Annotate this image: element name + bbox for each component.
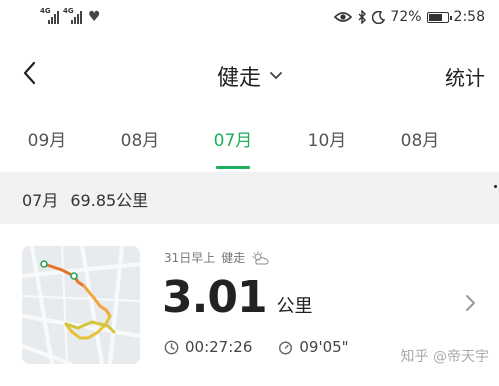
clock-time: 2:58	[453, 9, 485, 25]
summary-distance: 69.85公里	[70, 191, 149, 210]
tab-month-active[interactable]: 07月	[198, 126, 268, 151]
clock-icon	[164, 340, 179, 354]
status-bar: 4G 4G ♥ 72% 2:58	[0, 0, 499, 38]
workout-date: 31日早上	[164, 251, 216, 265]
chevron-down-icon	[270, 72, 282, 79]
workout-card[interactable]: 31日早上 健走 3.01 公里 00:27:26 09'05" 知乎 @帝天宇	[0, 224, 499, 386]
heart-rate-icon: ♥	[88, 9, 101, 25]
network-type-label: 4G	[40, 7, 51, 15]
tab-month[interactable]: 08月	[105, 126, 175, 151]
battery-percent: 72%	[390, 9, 422, 25]
workout-pace: 09'05"	[299, 338, 349, 356]
app-header: 健走 统计	[0, 52, 499, 96]
status-left: 4G 4G ♥	[40, 7, 101, 25]
stats-button[interactable]: 统计	[445, 62, 485, 91]
tab-month[interactable]: 09月	[12, 126, 82, 151]
battery-icon	[426, 11, 452, 23]
signal-icon: 4G	[40, 7, 59, 24]
eye-icon	[334, 12, 353, 22]
page-title: 健走	[216, 66, 261, 91]
bluetooth-icon	[358, 10, 367, 24]
tab-month[interactable]: 10月	[292, 126, 362, 151]
status-right: 72% 2:58	[334, 9, 485, 25]
divider-dot	[494, 185, 497, 188]
pace-stat: 09'05"	[278, 338, 349, 356]
summary-month: 07月	[22, 191, 59, 210]
month-summary: 07月 69.85公里	[0, 172, 499, 224]
workout-type: 健走	[221, 251, 246, 265]
route-map	[22, 246, 140, 364]
tab-indicator	[216, 166, 250, 169]
route-map-thumbnail	[22, 246, 140, 364]
summary-text: 07月 69.85公里	[22, 187, 148, 211]
stopwatch-icon	[279, 340, 293, 355]
watermark: 知乎 @帝天宇	[400, 349, 489, 365]
network-type-label: 4G	[63, 7, 74, 15]
title-dropdown[interactable]: 健走	[0, 60, 499, 92]
chevron-right-icon	[466, 295, 475, 311]
workout-duration: 00:27:26	[185, 338, 253, 356]
moon-icon	[372, 10, 386, 24]
tab-month[interactable]: 08月	[385, 126, 455, 151]
signal-icon: 4G	[63, 7, 82, 24]
distance-unit: 公里	[276, 296, 313, 317]
workout-stats-row: 00:27:26 09'05"	[164, 338, 349, 356]
workout-distance: 3.01	[162, 272, 268, 323]
workout-meta: 31日早上 健走	[164, 249, 269, 266]
duration-stat: 00:27:26	[164, 338, 252, 356]
month-tabs: 09月 08月 07月 10月 08月	[0, 120, 499, 172]
battery-level	[428, 13, 442, 21]
partly-cloudy-icon	[252, 251, 269, 264]
distance-display: 3.01 公里	[162, 272, 313, 323]
